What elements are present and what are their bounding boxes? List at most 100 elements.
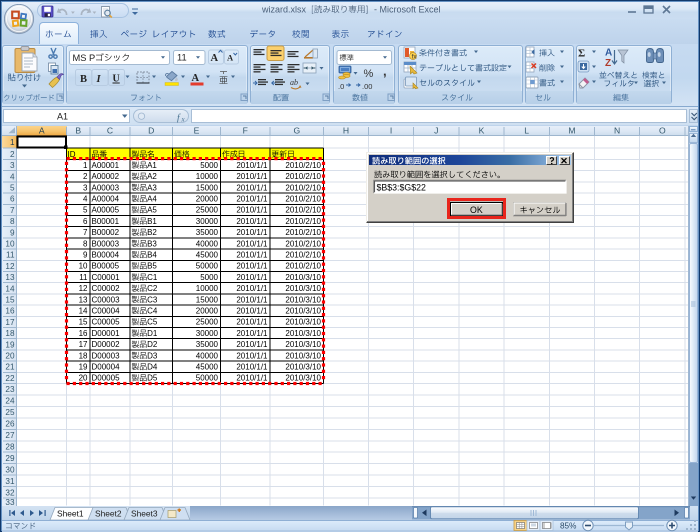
svg-text:2010/3/10: 2010/3/10	[285, 374, 321, 383]
svg-text:2010/1/1: 2010/1/1	[236, 239, 268, 248]
svg-text:2010/1/1: 2010/1/1	[236, 351, 268, 360]
svg-text:A2: A2	[147, 172, 157, 181]
svg-text:2010/1/1: 2010/1/1	[236, 374, 268, 383]
svg-text:20000: 20000	[196, 195, 219, 204]
svg-text:A1: A1	[147, 161, 157, 170]
svg-text:B00002: B00002	[92, 228, 120, 237]
svg-text:C4: C4	[147, 307, 158, 316]
svg-text:30000: 30000	[196, 329, 219, 338]
svg-text:B2: B2	[147, 228, 157, 237]
svg-text:A5: A5	[147, 206, 157, 215]
svg-text:D1: D1	[147, 329, 158, 338]
svg-text:C00002: C00002	[92, 284, 121, 293]
svg-text:10000: 10000	[196, 172, 219, 181]
svg-text:2010/1/1: 2010/1/1	[236, 172, 268, 181]
svg-text:8: 8	[83, 239, 88, 248]
svg-text:12: 12	[79, 284, 88, 293]
svg-text:A00004: A00004	[92, 195, 120, 204]
svg-text:2010/3/10: 2010/3/10	[285, 329, 321, 338]
svg-text:20: 20	[79, 374, 88, 383]
svg-text:4: 4	[83, 195, 88, 204]
svg-text:Sheet2: Sheet2	[95, 508, 122, 518]
svg-text:2010/2/10: 2010/2/10	[285, 217, 321, 226]
svg-text:C5: C5	[147, 318, 158, 327]
svg-text:C00001: C00001	[92, 273, 121, 282]
svg-text:$B$3:$G$22: $B$3:$G$22	[377, 182, 427, 192]
svg-text:C1: C1	[147, 273, 158, 282]
svg-text:10: 10	[79, 262, 88, 271]
svg-text:D00001: D00001	[92, 329, 121, 338]
svg-text:A00001: A00001	[92, 161, 120, 170]
svg-text:D00004: D00004	[92, 363, 121, 372]
svg-text:B3: B3	[147, 239, 157, 248]
svg-text:35000: 35000	[196, 228, 219, 237]
svg-text:B1: B1	[147, 217, 157, 226]
svg-text:15000: 15000	[196, 183, 219, 192]
svg-text:14: 14	[79, 307, 88, 316]
svg-text:Sheet1: Sheet1	[57, 508, 84, 518]
svg-text:D00005: D00005	[92, 374, 121, 383]
svg-text:2010/2/10: 2010/2/10	[285, 172, 321, 181]
svg-text:2010/2/10: 2010/2/10	[285, 161, 321, 170]
svg-text:15: 15	[79, 318, 88, 327]
svg-text:A00002: A00002	[92, 172, 120, 181]
svg-text:9: 9	[83, 251, 88, 260]
svg-text:D00003: D00003	[92, 351, 121, 360]
svg-text:1: 1	[83, 161, 88, 170]
svg-text:2010/1/1: 2010/1/1	[236, 307, 268, 316]
svg-text:40000: 40000	[196, 351, 219, 360]
svg-text:2010/3/10: 2010/3/10	[285, 284, 321, 293]
svg-text:2010/3/10: 2010/3/10	[285, 273, 321, 282]
svg-text:25000: 25000	[196, 318, 219, 327]
svg-text:D00002: D00002	[92, 340, 121, 349]
svg-text:2010/3/10: 2010/3/10	[285, 295, 321, 304]
svg-text:2010/2/10: 2010/2/10	[285, 239, 321, 248]
svg-text:6: 6	[83, 217, 88, 226]
svg-text:B00001: B00001	[92, 217, 120, 226]
svg-text:D4: D4	[147, 363, 158, 372]
svg-text:Sheet3: Sheet3	[131, 508, 158, 518]
svg-text:2010/1/1: 2010/1/1	[236, 206, 268, 215]
svg-text:50000: 50000	[196, 262, 219, 271]
svg-text:D5: D5	[147, 374, 158, 383]
svg-text:85%: 85%	[560, 522, 576, 531]
svg-text:2010/1/1: 2010/1/1	[236, 340, 268, 349]
svg-text:2010/2/10: 2010/2/10	[285, 262, 321, 271]
svg-text:16: 16	[79, 329, 88, 338]
svg-text:50000: 50000	[196, 374, 219, 383]
svg-text:2010/3/10: 2010/3/10	[285, 318, 321, 327]
svg-text:2010/2/10: 2010/2/10	[285, 206, 321, 215]
svg-text:35000: 35000	[196, 340, 219, 349]
svg-text:D3: D3	[147, 351, 158, 360]
svg-text:2010/1/1: 2010/1/1	[236, 161, 268, 170]
svg-text:2010/2/10: 2010/2/10	[285, 228, 321, 237]
svg-text:15000: 15000	[196, 295, 219, 304]
svg-text:45000: 45000	[196, 363, 219, 372]
svg-text:2010/1/1: 2010/1/1	[236, 251, 268, 260]
svg-text:11: 11	[79, 273, 88, 282]
svg-text:2010/1/1: 2010/1/1	[236, 273, 268, 282]
svg-text:2010/2/10: 2010/2/10	[285, 183, 321, 192]
svg-text:A3: A3	[147, 183, 157, 192]
svg-text:C3: C3	[147, 295, 158, 304]
svg-text:30000: 30000	[196, 217, 219, 226]
svg-text:5: 5	[83, 206, 88, 215]
svg-text:2010/1/1: 2010/1/1	[236, 329, 268, 338]
svg-text:A4: A4	[147, 195, 157, 204]
svg-text:2010/1/1: 2010/1/1	[236, 183, 268, 192]
svg-text:40000: 40000	[196, 239, 219, 248]
svg-text:5000: 5000	[200, 273, 218, 282]
svg-text:2010/1/1: 2010/1/1	[236, 295, 268, 304]
svg-text:2: 2	[83, 172, 88, 181]
svg-text:A00003: A00003	[92, 183, 120, 192]
svg-text:2010/1/1: 2010/1/1	[236, 284, 268, 293]
svg-text:2010/1/1: 2010/1/1	[236, 363, 268, 372]
svg-text:A00005: A00005	[92, 206, 120, 215]
svg-text:19: 19	[79, 363, 88, 372]
svg-text:2010/3/10: 2010/3/10	[285, 351, 321, 360]
svg-text:2010/3/10: 2010/3/10	[285, 307, 321, 316]
svg-text:C00004: C00004	[92, 307, 121, 316]
svg-text:2010/2/10: 2010/2/10	[285, 251, 321, 260]
svg-text:B5: B5	[147, 262, 157, 271]
svg-text:10000: 10000	[196, 284, 219, 293]
